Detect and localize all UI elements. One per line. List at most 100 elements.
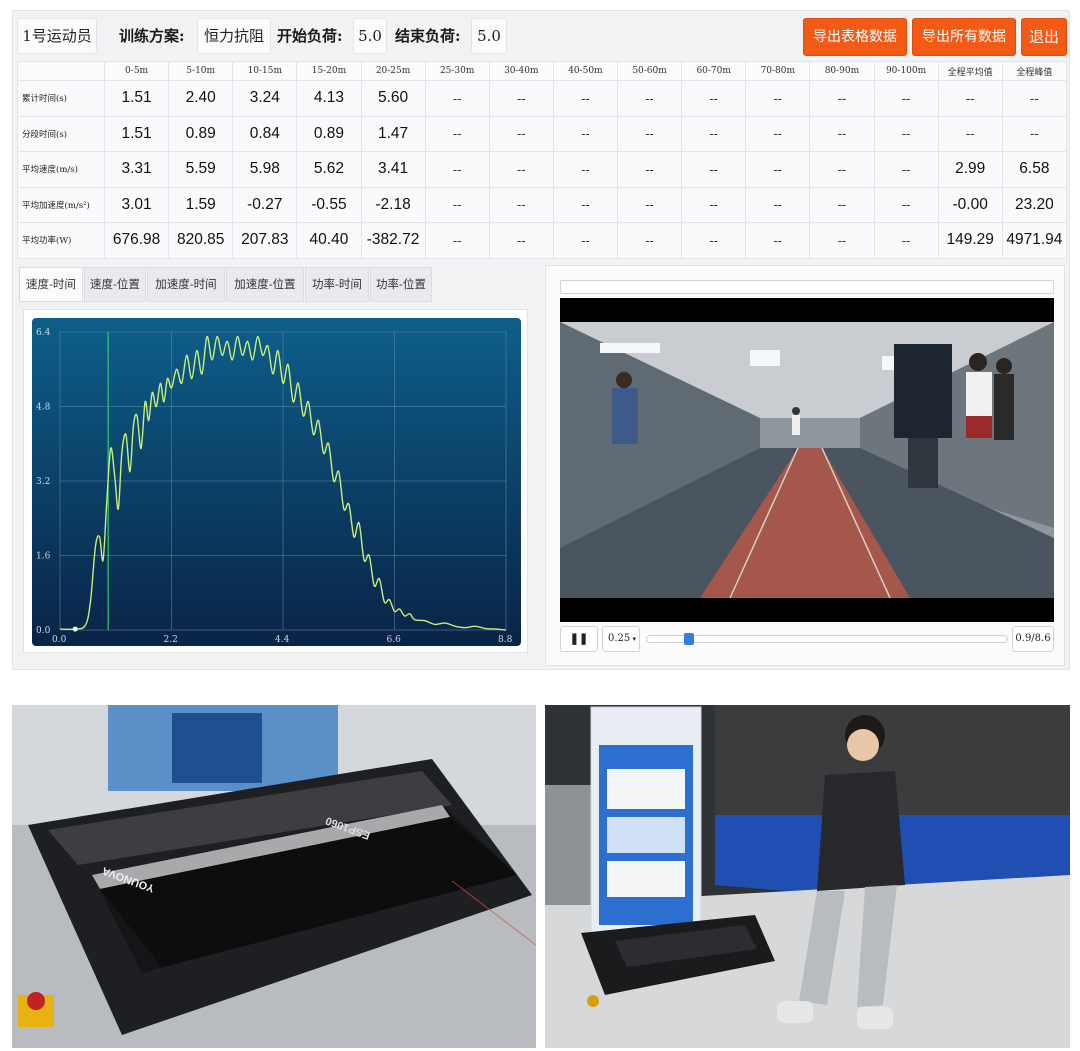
table-row: 平均功率(W) 676.98 820.85 207.83 40.40 -382.72 -- -…	[17, 222, 1068, 259]
results-table: 0-5m 5-10m 10-15m 15-20m 20-25m 25-30m 30-40m 4…	[17, 61, 1068, 259]
table-cell: -0.55	[296, 186, 362, 223]
table-cell: --	[681, 115, 747, 152]
column-header: 10-15m	[232, 61, 298, 81]
video-panel: ❚❚ 0.25 ▾ 0.9/8.6	[545, 265, 1065, 666]
table-cell: 0.84	[232, 115, 298, 152]
table-cell: --	[488, 80, 554, 117]
table-cell: --	[488, 222, 554, 259]
table-cell: 5.62	[296, 151, 362, 188]
table-cell: --	[424, 151, 490, 188]
table-row: 累计时间(s) 1.51 2.40 3.24 4.13 5.60 -- -- -- -- -- -- -…	[17, 80, 1068, 117]
table-row: 平均速度(m/s) 3.31 5.59 5.98 5.62 3.41 -- -- -- -- -- -…	[17, 151, 1068, 188]
row-label: 分段时间(s)	[17, 115, 105, 152]
table-cell: --	[616, 222, 683, 259]
photo-athlete	[545, 705, 1070, 1048]
app-window: 1号运动员 训练方案: 恒力抗阻 开始负荷: 5.0 结束负荷: 5.0 导出表…	[12, 10, 1070, 670]
slider-thumb[interactable]	[683, 633, 694, 645]
end-load-value: 5.0	[471, 18, 507, 54]
x-tick-label: 0.0	[52, 635, 67, 645]
table-row: 分段时间(s) 1.51 0.89 0.84 0.89 1.47 -- -- -- -- -- -- -…	[17, 115, 1068, 152]
table-cell: --	[809, 151, 875, 188]
device-photo-scene: ESP1060 YOUNOVA	[12, 705, 536, 1048]
video-progress-slider[interactable]	[646, 633, 1008, 645]
y-tick-label: 4.8	[36, 403, 51, 413]
table-cell: --	[1001, 80, 1068, 117]
speed-select[interactable]: 0.25 ▾	[602, 626, 640, 652]
y-tick-label: 1.6	[36, 552, 51, 562]
speed-time-chart: 0.0 1.6 3.2 4.8 6.4 0.0 2.2 4.4 6.6 8.8	[32, 318, 521, 646]
export-table-button[interactable]: 导出表格数据	[803, 18, 907, 56]
table-cell: --	[424, 115, 490, 152]
table-cell: --	[873, 222, 939, 259]
table-cell: --	[681, 222, 747, 259]
y-tick-label: 3.2	[36, 477, 50, 487]
table-cell: 5.98	[232, 151, 298, 188]
table-cell: --	[873, 186, 939, 223]
chevron-down-icon: ▾	[632, 635, 636, 643]
corner-cell	[17, 61, 105, 81]
table-cell: --	[809, 80, 875, 117]
table-cell: --	[616, 151, 683, 188]
column-header: 0-5m	[103, 61, 170, 81]
column-header: 30-40m	[488, 61, 554, 81]
table-cell: --	[937, 115, 1003, 152]
table-cell: --	[552, 80, 619, 117]
table-cell: --	[745, 80, 811, 117]
table-cell: --	[809, 222, 875, 259]
table-cell: --	[1001, 115, 1068, 152]
table-cell: 2.40	[168, 80, 234, 117]
row-label: 平均功率(W)	[17, 222, 105, 259]
table-cell: --	[552, 115, 619, 152]
table-cell: -2.18	[360, 186, 426, 223]
video-time: 0.9/8.6	[1012, 626, 1054, 652]
column-header: 全程峰值	[1001, 61, 1068, 81]
tab-6[interactable]: 功率-位置	[370, 267, 432, 302]
table-cell: 149.29	[937, 222, 1003, 259]
tab-1[interactable]: 速度-时间	[19, 267, 83, 302]
table-cell: 1.47	[360, 115, 426, 152]
y-tick-label: 0.0	[36, 626, 51, 636]
column-header: 25-30m	[424, 61, 490, 81]
tab-5[interactable]: 功率-时间	[305, 267, 369, 302]
export-all-button[interactable]: 导出所有数据	[912, 18, 1016, 56]
table-cell: --	[616, 115, 683, 152]
pause-button[interactable]: ❚❚	[560, 626, 598, 652]
plan-value: 恒力抗阻	[197, 18, 271, 54]
end-load-label: 结束负荷:	[395, 27, 461, 45]
table-cell: --	[937, 80, 1003, 117]
table-cell: 6.58	[1001, 151, 1068, 188]
header-bar: 1号运动员 训练方案: 恒力抗阻 开始负荷: 5.0 结束负荷: 5.0 导出表…	[13, 11, 1071, 61]
tab-3[interactable]: 加速度-时间	[147, 267, 225, 302]
table-cell: 5.59	[168, 151, 234, 188]
table-cell: 1.59	[168, 186, 234, 223]
table-cell: 4.13	[296, 80, 362, 117]
row-label: 平均加速度(m/s²)	[17, 186, 105, 223]
table-cell: --	[552, 222, 619, 259]
table-cell: --	[488, 186, 554, 223]
table-cell: -0.00	[937, 186, 1003, 223]
table-cell: 0.89	[296, 115, 362, 152]
column-header: 全程平均值	[937, 61, 1003, 81]
athlete-name: 1号运动员	[17, 18, 97, 54]
table-cell: --	[424, 80, 490, 117]
table-cell: --	[809, 115, 875, 152]
tab-2[interactable]: 速度-位置	[84, 267, 146, 302]
table-cell: 1.51	[103, 115, 170, 152]
chart-background	[32, 318, 521, 646]
tab-4[interactable]: 加速度-位置	[226, 267, 304, 302]
table-cell: --	[681, 186, 747, 223]
table-cell: --	[873, 115, 939, 152]
photo-device: ESP1060 YOUNOVA	[12, 705, 536, 1048]
table-cell: --	[745, 151, 811, 188]
table-cell: -382.72	[360, 222, 426, 259]
table-cell: -0.27	[232, 186, 298, 223]
x-tick-label: 2.2	[164, 635, 178, 645]
video-frame[interactable]	[560, 298, 1054, 622]
table-cell: 5.60	[360, 80, 426, 117]
athlete-photo-scene	[545, 705, 1070, 1048]
table-cell: --	[424, 222, 490, 259]
table-cell: 3.01	[103, 186, 170, 223]
x-tick-label: 8.8	[498, 635, 513, 645]
column-header: 40-50m	[552, 61, 619, 81]
exit-button[interactable]: 退出	[1021, 18, 1067, 56]
